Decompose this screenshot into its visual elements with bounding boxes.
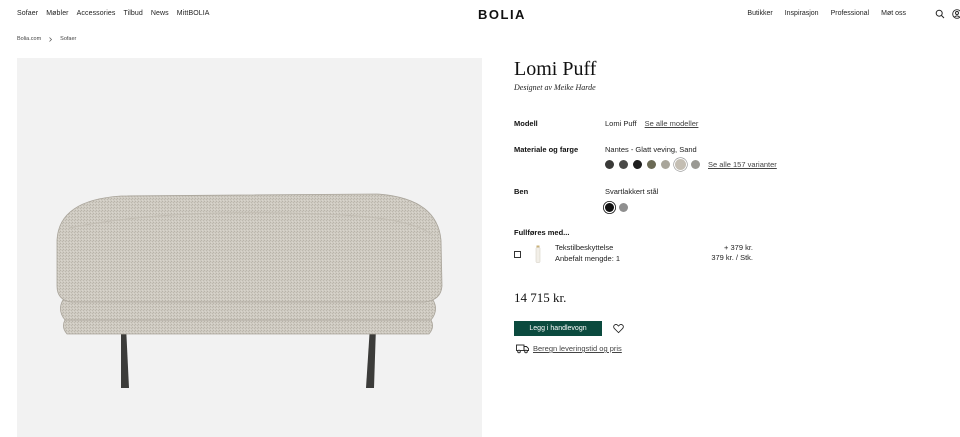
nav-item-accessories[interactable]: Accessories <box>77 10 116 17</box>
see-all-models-link[interactable]: Se alle modeller <box>645 119 699 128</box>
main-menu: Sofaer Møbler Accessories Tilbud News Mi… <box>17 10 210 17</box>
complete-with-label: Fullføres med... <box>514 228 570 237</box>
nav-item-sofaer[interactable]: Sofaer <box>17 10 38 17</box>
legs-label: Ben <box>514 187 529 196</box>
material-swatch[interactable] <box>647 160 656 169</box>
legs-swatches <box>605 203 628 212</box>
material-swatch[interactable] <box>619 160 628 169</box>
designer-credit: Designet av Meike Harde <box>514 83 596 92</box>
material-label: Materiale og farge <box>514 145 579 154</box>
nav-item-tilbud[interactable]: Tilbud <box>123 10 142 17</box>
model-name: Lomi Puff <box>605 119 637 128</box>
textile-protection-thumbnail <box>534 245 542 263</box>
nav-item-news[interactable]: News <box>151 10 169 17</box>
legs-swatch[interactable] <box>605 203 614 212</box>
breadcrumb-item-home[interactable]: Bolia.com <box>17 36 41 42</box>
product-image <box>17 58 482 437</box>
pouf-illustration <box>56 193 443 388</box>
breadcrumb: Bolia.com Sofaer <box>17 36 76 42</box>
add-to-cart-button[interactable]: Legg i handlevogn <box>514 321 602 336</box>
material-swatch[interactable] <box>691 160 700 169</box>
see-all-variants-link[interactable]: Se alle 157 varianter <box>708 160 777 169</box>
model-label: Modell <box>514 119 538 128</box>
model-value: Lomi Puff Se alle modeller <box>605 119 698 128</box>
delivery-calc-link[interactable]: Beregn leveringstid og pris <box>533 344 622 353</box>
material-swatch[interactable] <box>661 160 670 169</box>
product-title: Lomi Puff <box>514 58 597 80</box>
legs-value: Svartlakkert stål <box>605 187 659 196</box>
truck-icon <box>516 343 529 354</box>
addon-checkbox[interactable] <box>514 251 521 258</box>
product-info: Lomi Puff Designet av Meike Harde Modell… <box>514 0 960 437</box>
chevron-right-icon <box>48 36 53 42</box>
heart-icon[interactable] <box>613 323 624 334</box>
nav-item-mittbolia[interactable]: MittBOLIA <box>177 10 210 17</box>
breadcrumb-item-sofaer[interactable]: Sofaer <box>60 36 76 42</box>
material-swatch[interactable] <box>675 159 686 170</box>
material-swatches: Se alle 157 varianter <box>605 159 777 170</box>
addon-price: + 379 kr. <box>724 243 753 252</box>
addon-name: Tekstilbeskyttelse <box>555 243 614 252</box>
product-price: 14 715 kr. <box>514 290 567 305</box>
legs-swatch[interactable] <box>619 203 628 212</box>
material-swatch[interactable] <box>605 160 614 169</box>
addon-unit-price: 379 kr. / Stk. <box>711 253 753 262</box>
nav-item-mobler[interactable]: Møbler <box>46 10 68 17</box>
material-value: Nantes - Glatt veving, Sand <box>605 145 697 154</box>
addon-recommended-qty: Anbefalt mengde: 1 <box>555 254 621 263</box>
material-swatch[interactable] <box>633 160 642 169</box>
